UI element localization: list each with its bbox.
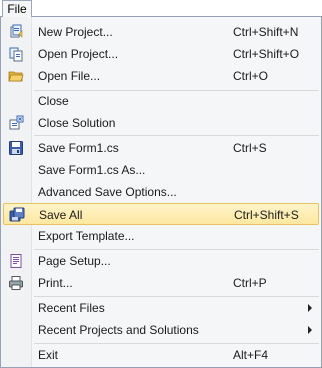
menu-item-shortcut: Ctrl+Shift+N	[233, 25, 299, 39]
menu-item-shortcut: Ctrl+S	[233, 141, 267, 155]
menu-separator	[34, 135, 319, 136]
menu-item-open-file[interactable]: Open File... Ctrl+O	[3, 65, 319, 87]
menu-item-close[interactable]: Close	[3, 90, 319, 112]
menu-item-label: Export Template...	[38, 229, 135, 243]
open-project-icon	[8, 46, 24, 62]
menu-item-label: Page Setup...	[38, 254, 111, 268]
menu-item-shortcut: Ctrl+P	[233, 276, 267, 290]
print-icon	[8, 275, 24, 291]
menu-item-label: Advanced Save Options...	[38, 185, 177, 199]
menu-item-label: New Project...	[38, 25, 113, 39]
submenu-arrow-icon	[308, 304, 312, 312]
menu-item-label: Open Project...	[38, 47, 119, 61]
file-menu-dropdown: New Project... Ctrl+Shift+N Open Project…	[0, 16, 322, 368]
save-all-icon	[9, 207, 25, 223]
menu-item-advanced-save-options[interactable]: Advanced Save Options...	[3, 181, 319, 203]
menu-item-label: Save All	[39, 208, 83, 222]
close-solution-icon	[8, 115, 24, 131]
menu-item-open-project[interactable]: Open Project... Ctrl+Shift+O	[3, 43, 319, 65]
menu-item-label: Exit	[38, 348, 59, 362]
page-setup-icon	[8, 253, 24, 269]
menu-item-label: Close Solution	[38, 116, 116, 130]
menu-item-label: Save Form1.cs As...	[38, 163, 146, 177]
menu-item-save[interactable]: Save Form1.cs Ctrl+S	[3, 137, 319, 159]
menu-item-save-all[interactable]: Save All Ctrl+Shift+S	[3, 203, 319, 225]
menu-item-label: Print...	[38, 276, 73, 290]
menu-item-shortcut: Ctrl+O	[233, 69, 269, 83]
menu-item-shortcut: Ctrl+Shift+O	[233, 47, 300, 61]
menu-item-label: Open File...	[38, 69, 101, 83]
menu-item-recent-files[interactable]: Recent Files	[3, 297, 319, 319]
menu-item-shortcut: Ctrl+Shift+S	[234, 208, 299, 222]
menu-item-label: Save Form1.cs	[38, 141, 119, 155]
menu-item-page-setup[interactable]: Page Setup...	[3, 250, 319, 272]
menu-item-label: Recent Files	[38, 301, 105, 315]
menu-item-recent-projects[interactable]: Recent Projects and Solutions	[3, 319, 319, 341]
menu-item-shortcut: Alt+F4	[233, 348, 269, 362]
submenu-arrow-icon	[308, 326, 312, 334]
menu-item-print[interactable]: Print... Ctrl+P	[3, 272, 319, 294]
menu-item-exit[interactable]: Exit Alt+F4	[3, 344, 319, 366]
file-menu-tab[interactable]: File	[2, 0, 32, 17]
menu-item-close-solution[interactable]: Close Solution	[3, 112, 319, 134]
menu-item-label: Recent Projects and Solutions	[38, 323, 199, 337]
save-icon	[8, 140, 24, 156]
open-folder-icon	[8, 68, 24, 84]
menu-item-export-template[interactable]: Export Template...	[3, 225, 319, 247]
menu-item-label: Close	[38, 94, 69, 108]
menu-item-new-project[interactable]: New Project... Ctrl+Shift+N	[3, 21, 319, 43]
new-project-icon	[8, 24, 24, 40]
menu-item-save-as[interactable]: Save Form1.cs As...	[3, 159, 319, 181]
